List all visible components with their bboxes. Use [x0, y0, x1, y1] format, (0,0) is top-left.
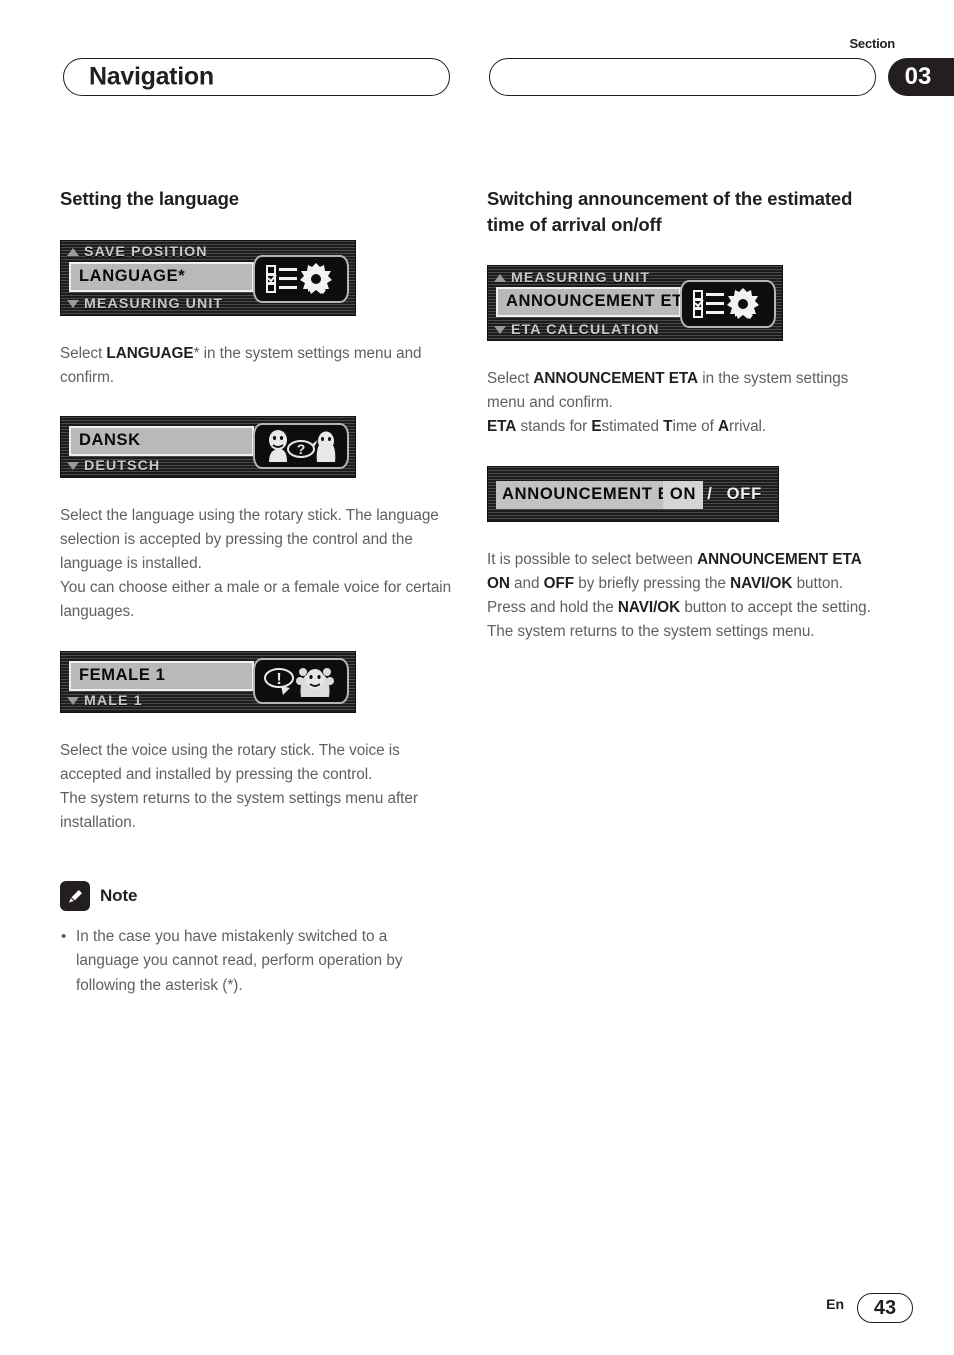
scroll-down-arrow-icon: [67, 697, 79, 706]
lcd-row-above-label: SAVE POSITION: [84, 244, 208, 261]
lcd-screen-eta-onoff: ANNOUNCEMENT ETA ON / OFF: [487, 465, 779, 522]
lcd-selected-label: LANGUAGE*: [69, 261, 254, 292]
lcd-eta-onoff-figure: ANNOUNCEMENT ETA ON / OFF: [487, 465, 879, 522]
lcd-voice-list-figure: FEMALE 1 ! MALE 1: [60, 650, 452, 713]
section-label: Section: [849, 36, 895, 51]
lcd-selected-row: ANNOUNCEMENT ETA: [496, 286, 693, 318]
page-number: 43: [857, 1293, 913, 1323]
header-title-pill: Navigation: [63, 58, 450, 96]
lcd-selected-label: FEMALE 1: [69, 660, 254, 691]
lcd-screen-eta-menu: MEASURING UNIT ANNOUNCEMENT ETA ETA CALC…: [487, 265, 783, 342]
svg-text:!: !: [276, 671, 281, 688]
lcd-language-menu-figure: SAVE POSITION LANGUAGE* MEASURING UNIT: [60, 239, 452, 316]
pencil-note-icon: [60, 881, 90, 912]
scroll-up-arrow-icon: [494, 273, 506, 282]
lcd-row-below: MALE 1: [61, 692, 355, 711]
lcd-option-off[interactable]: OFF: [717, 481, 766, 509]
lcd-selected-label: ANNOUNCEMENT ETA: [496, 287, 693, 318]
left-column: Setting the language SAVE POSITION LANGU…: [60, 186, 452, 998]
section-number-tab: 03: [888, 58, 954, 96]
para-text-pre: Select: [487, 370, 534, 388]
lcd-row-below-label: MALE 1: [84, 693, 143, 710]
paragraph-voice-choice: You can choose either a male or a female…: [60, 579, 452, 621]
para-text-pre: Select: [60, 344, 107, 362]
left-column-heading: Setting the language: [60, 188, 239, 209]
note-list: In the case you have mistakenly switched…: [60, 925, 452, 997]
paragraph-select-on-off: It is possible to select between ANNOUNC…: [487, 550, 862, 592]
lcd-option-on[interactable]: ON: [662, 480, 704, 509]
paragraph-eta-meaning: ETA stands for Estimated Time of Arrival…: [487, 418, 767, 436]
lcd-screen-language-menu: SAVE POSITION LANGUAGE* MEASURING UNIT: [60, 239, 356, 316]
lcd-language-list-figure: DANSK ? DEUTSCH: [60, 415, 452, 478]
scroll-down-arrow-icon: [67, 300, 79, 309]
note-block: Note In the case you have mistakenly swi…: [60, 881, 452, 997]
lcd-row-below: DEUTSCH: [61, 457, 355, 476]
lcd-row-above-label: MEASURING UNIT: [511, 269, 651, 286]
note-title: Note: [100, 886, 138, 906]
para-bold-language: LANGUAGE: [106, 344, 194, 362]
lcd-onoff-options: ON / OFF: [662, 480, 766, 509]
paragraph-rotary-stick: Select the language using the rotary sti…: [60, 506, 439, 573]
lcd-eta-menu-figure: MEASURING UNIT ANNOUNCEMENT ETA ETA CALC…: [487, 265, 879, 342]
page-title: Navigation: [89, 62, 214, 91]
paragraph-press-hold: Press and hold the NAVI/OK button to acc…: [487, 598, 871, 616]
paragraph-system-returns: The system returns to the system setting…: [487, 622, 815, 640]
lcd-selected-row: LANGUAGE*: [69, 261, 254, 293]
language-code: En: [826, 1296, 844, 1312]
scroll-down-arrow-icon: [67, 462, 79, 471]
lcd-screen-language-list: DANSK ? DEUTSCH: [60, 415, 356, 478]
paragraph-select-language: Select LANGUAGE* in the system settings …: [60, 342, 452, 390]
page-header: Section Navigation 03: [0, 0, 954, 130]
lcd-selected-row: DANSK: [69, 425, 254, 457]
header-empty-pill: [489, 58, 876, 96]
lcd-selected-row: FEMALE 1: [69, 660, 254, 692]
lcd-row-below: MEASURING UNIT: [61, 295, 355, 314]
lcd-option-separator: /: [707, 485, 713, 503]
lcd-row-below-label: DEUTSCH: [84, 458, 161, 475]
lcd-screen-voice-list: FEMALE 1 ! MALE 1: [60, 650, 356, 713]
paragraph-select-voice: Select the voice using the rotary stick.…: [60, 741, 400, 783]
note-list-item: In the case you have mistakenly switched…: [60, 925, 452, 997]
lcd-selected-label: DANSK: [69, 425, 254, 456]
para-bold-eta: ANNOUNCEMENT ETA: [533, 370, 699, 388]
lcd-row-below-label: MEASURING UNIT: [84, 296, 224, 313]
lcd-row-below-label: ETA CALCULATION: [511, 321, 660, 338]
right-column: Switching announcement of the estimated …: [487, 186, 879, 644]
paragraph-select-eta: Select ANNOUNCEMENT ETA in the system se…: [487, 367, 879, 415]
scroll-up-arrow-icon: [67, 248, 79, 257]
right-column-heading: Switching announcement of the estimated …: [487, 188, 853, 235]
paragraph-return-menu: The system returns to the system setting…: [60, 789, 418, 832]
page-footer: En 43: [0, 1275, 954, 1355]
note-header: Note: [60, 881, 452, 912]
lcd-row-below: ETA CALCULATION: [488, 320, 782, 339]
scroll-down-arrow-icon: [494, 325, 506, 334]
svg-text:?: ?: [297, 441, 306, 457]
